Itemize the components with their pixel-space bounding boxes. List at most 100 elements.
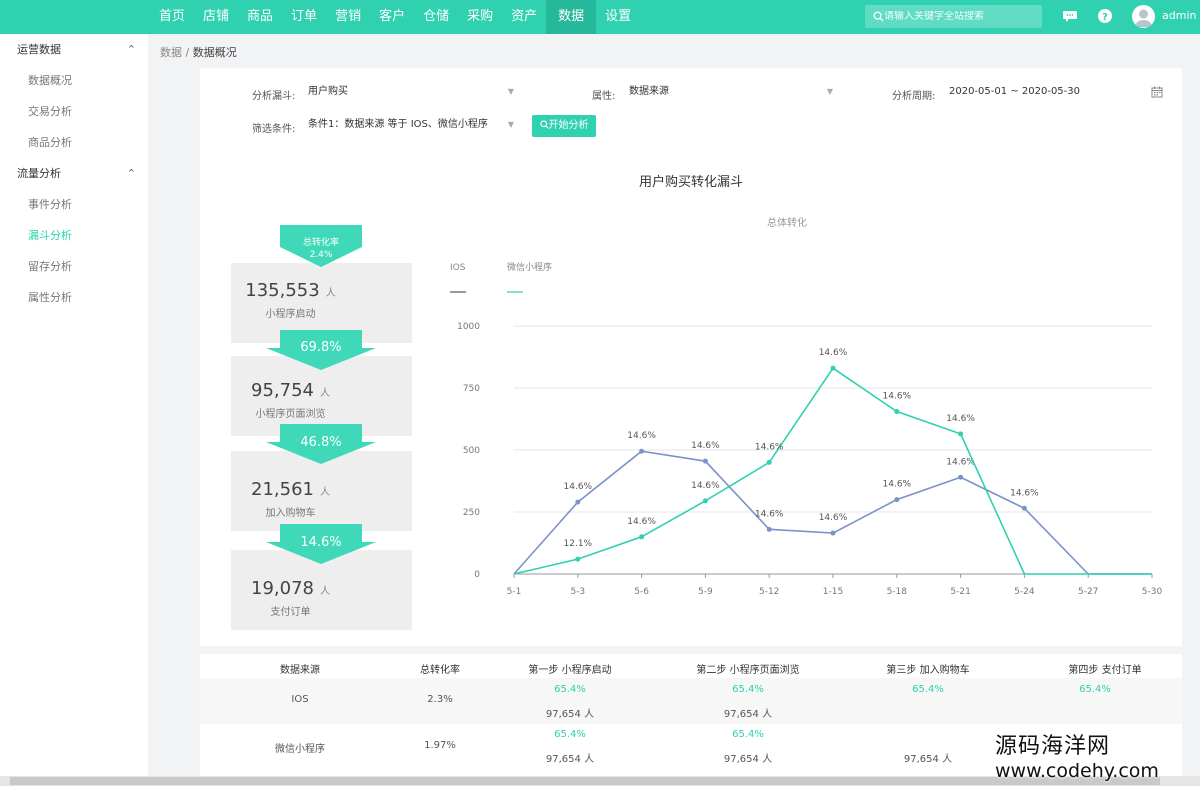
row-step-pct: 65.4%: [554, 729, 586, 740]
data-label: 14.6%: [755, 509, 784, 519]
sidebar-item-retention-analysis[interactable]: 留存分析: [0, 251, 148, 282]
sidebar-item-event-analysis[interactable]: 事件分析: [0, 189, 148, 220]
funnel-step-unit: 人: [319, 586, 330, 597]
nav-item-data[interactable]: 数据: [546, 0, 597, 34]
nav-item-customers[interactable]: 客户: [370, 0, 414, 34]
nav-item-purchase[interactable]: 采购: [458, 0, 502, 34]
condition-select-value: 条件1：数据来源 等于 IOS、微信小程序: [308, 119, 488, 130]
funnel-select[interactable]: 用户购买 ▼: [304, 81, 518, 103]
attribute-label: 属性:: [592, 91, 616, 102]
breadcrumb: 数据 / 数据概况: [160, 44, 237, 60]
funnel-step-unit: 人: [319, 487, 330, 498]
x-tick-label: 5-30: [1142, 587, 1163, 597]
data-label: 14.6%: [564, 482, 593, 492]
sidebar-group-title: 流量分析: [17, 167, 61, 180]
nav-item-assets[interactable]: 资产: [502, 0, 546, 34]
data-label: 14.6%: [691, 441, 720, 451]
data-label: 14.6%: [819, 513, 848, 523]
data-label: 12.1%: [564, 539, 593, 549]
sidebar-group-title: 运营数据: [17, 43, 61, 56]
nav-item-goods[interactable]: 商品: [238, 0, 282, 34]
row-total-rate: 2.3%: [427, 694, 453, 705]
nav-item-shop[interactable]: 店铺: [194, 0, 238, 34]
sidebar-item-attribute-analysis[interactable]: 属性分析: [0, 282, 148, 313]
scrollbar-thumb[interactable]: [10, 777, 1160, 785]
funnel-step-label: 加入购物车: [265, 508, 316, 519]
row-step-count: 97,654 人: [723, 754, 773, 765]
calendar-icon[interactable]: [1151, 86, 1163, 98]
watermark-line2: www.codehy.com: [995, 760, 1159, 782]
x-tick-label: 5-18: [887, 587, 908, 597]
row-step-pct: 65.4%: [732, 684, 764, 695]
breadcrumb-separator: /: [185, 46, 190, 59]
search-input[interactable]: [884, 11, 1034, 22]
sidebar-item-goods-analysis[interactable]: 商品分析: [0, 127, 148, 158]
conversion-rate-1: 69.8%: [300, 340, 342, 355]
x-tick-label: 5-9: [698, 587, 713, 597]
sidebar-group-traffic[interactable]: 流量分析 ⌃: [0, 158, 148, 189]
line-chart: 总体转化 IOS 微信小程序 0 250 500 750 1000 5-1 5-3 5-6 5-9 5-…: [450, 216, 1163, 597]
help-icon[interactable]: ?: [1097, 8, 1113, 24]
top-nav-bar: 首页 店铺 商品 订单 营销 客户 仓储 采购 资产 数据 设置 ? admin: [0, 0, 1200, 34]
y-tick-label: 0: [474, 570, 480, 580]
chart-title: 用户购买转化漏斗: [638, 175, 743, 190]
legend-label: IOS: [450, 263, 466, 273]
sidebar-group-operations[interactable]: 运营数据 ⌃: [0, 34, 148, 65]
avatar[interactable]: [1132, 5, 1155, 28]
data-label: 14.6%: [819, 348, 848, 358]
watermark-line1: 源码海洋网: [995, 734, 1111, 759]
data-point: [958, 474, 964, 480]
row-step-pct: 65.4%: [732, 729, 764, 740]
breadcrumb-current: 数据概况: [192, 46, 237, 59]
row-source: IOS: [291, 694, 309, 705]
nav-item-warehouse[interactable]: 仓储: [414, 0, 458, 34]
period-label: 分析周期:: [892, 91, 936, 102]
row-step-count: 97,654 人: [723, 709, 773, 720]
data-point: [830, 530, 836, 536]
attribute-select[interactable]: 数据来源 ▼: [625, 81, 837, 103]
data-point: [830, 365, 836, 371]
table-header-step2: 第二步 小程序页面浏览: [696, 665, 800, 676]
nav-item-marketing[interactable]: 营销: [326, 0, 370, 34]
breadcrumb-parent[interactable]: 数据: [160, 46, 182, 59]
table-header-source: 数据来源: [280, 665, 320, 676]
chart-subtitle: 总体转化: [767, 216, 807, 229]
chevron-up-icon: ⌃: [126, 167, 136, 180]
table-header-step4: 第四步 支付订单: [1068, 665, 1142, 676]
period-end: 2020-05-30: [1021, 86, 1081, 97]
sidebar-item-data-overview[interactable]: 数据概况: [0, 65, 148, 96]
funnel-step-value: 21,561: [251, 479, 314, 500]
global-search: [865, 5, 1042, 28]
x-tick-label: 5-21: [950, 587, 970, 597]
chevron-up-icon: ⌃: [126, 43, 136, 56]
funnel-label: 分析漏斗:: [252, 91, 296, 102]
watermark: 源码海洋网 www.codehy.com: [995, 728, 1159, 782]
y-tick-label: 500: [463, 446, 480, 456]
data-label: 14.6%: [883, 480, 912, 490]
row-step-pct: 65.4%: [912, 684, 944, 695]
data-label: 14.6%: [755, 442, 784, 452]
message-icon[interactable]: [1062, 8, 1078, 24]
funnel-step-label: 小程序启动: [265, 309, 316, 320]
date-range-picker[interactable]: 2020-05-01 ~ 2020-05-30: [945, 81, 1167, 103]
nav-item-settings[interactable]: 设置: [596, 0, 640, 34]
x-tick-label: 5-6: [634, 587, 649, 597]
conversion-rate-3: 14.6%: [300, 535, 342, 550]
condition-select[interactable]: 条件1：数据来源 等于 IOS、微信小程序 ▼: [304, 114, 518, 136]
series-line: [513, 367, 1152, 575]
nav-item-home[interactable]: 首页: [150, 0, 194, 34]
sidebar-item-trade-analysis[interactable]: 交易分析: [0, 96, 148, 127]
data-label: 14.6%: [946, 457, 975, 467]
search-icon: [873, 11, 884, 22]
data-point: [894, 409, 900, 415]
user-icon: [1135, 9, 1152, 27]
data-label: 14.6%: [1010, 488, 1039, 498]
data-point: [575, 556, 581, 562]
row-step-count: 97,654 人: [545, 709, 595, 720]
sidebar: 运营数据 ⌃ 数据概况 交易分析 商品分析 流量分析 ⌃ 事件分析 漏斗分析 留…: [0, 34, 148, 786]
username[interactable]: admin: [1162, 9, 1196, 22]
data-point: [702, 458, 708, 464]
nav-item-orders[interactable]: 订单: [282, 0, 326, 34]
start-analysis-button[interactable]: 开始分析: [532, 115, 596, 137]
sidebar-item-funnel-analysis[interactable]: 漏斗分析: [0, 220, 148, 251]
